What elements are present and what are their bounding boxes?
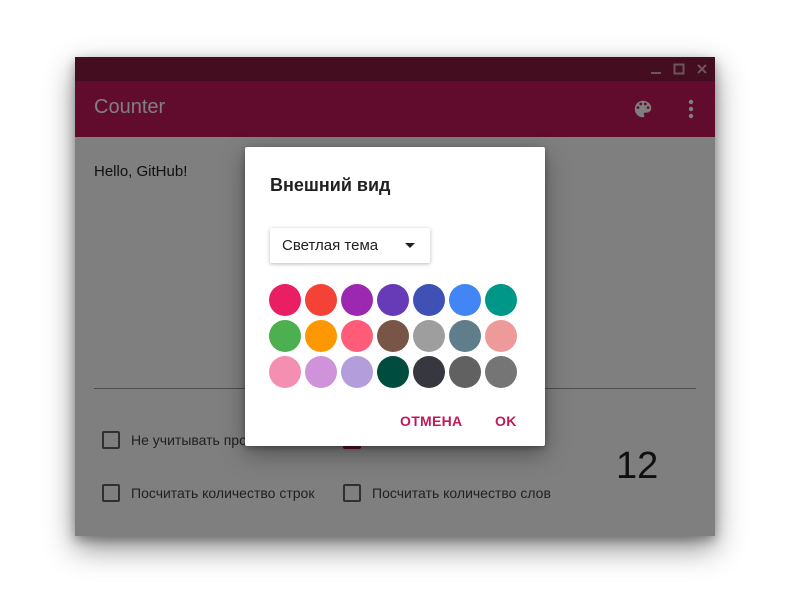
dropdown-arrow-icon: [405, 243, 415, 248]
color-swatch[interactable]: [377, 320, 409, 352]
color-swatch[interactable]: [413, 356, 445, 388]
color-swatch[interactable]: [413, 320, 445, 352]
theme-select[interactable]: Светлая тема: [270, 228, 430, 263]
appearance-dialog: Внешний вид Светлая тема ОТМЕНА OK: [245, 147, 545, 446]
color-swatch[interactable]: [413, 284, 445, 316]
color-swatch[interactable]: [485, 284, 517, 316]
color-swatch[interactable]: [377, 356, 409, 388]
color-swatch[interactable]: [269, 320, 301, 352]
color-swatch[interactable]: [305, 356, 337, 388]
color-swatch[interactable]: [377, 284, 409, 316]
color-swatch[interactable]: [485, 356, 517, 388]
dialog-title: Внешний вид: [270, 175, 391, 195]
color-swatch[interactable]: [269, 284, 301, 316]
color-swatch[interactable]: [449, 356, 481, 388]
ok-button[interactable]: OK: [495, 413, 517, 429]
color-swatch[interactable]: [341, 320, 373, 352]
color-swatch[interactable]: [341, 284, 373, 316]
color-swatch[interactable]: [305, 284, 337, 316]
color-swatch[interactable]: [449, 284, 481, 316]
color-swatch[interactable]: [305, 320, 337, 352]
color-swatch[interactable]: [341, 356, 373, 388]
color-swatch[interactable]: [449, 320, 481, 352]
color-swatch[interactable]: [269, 356, 301, 388]
theme-select-value: Светлая тема: [282, 237, 379, 254]
color-swatch[interactable]: [485, 320, 517, 352]
cancel-button[interactable]: ОТМЕНА: [400, 413, 462, 429]
